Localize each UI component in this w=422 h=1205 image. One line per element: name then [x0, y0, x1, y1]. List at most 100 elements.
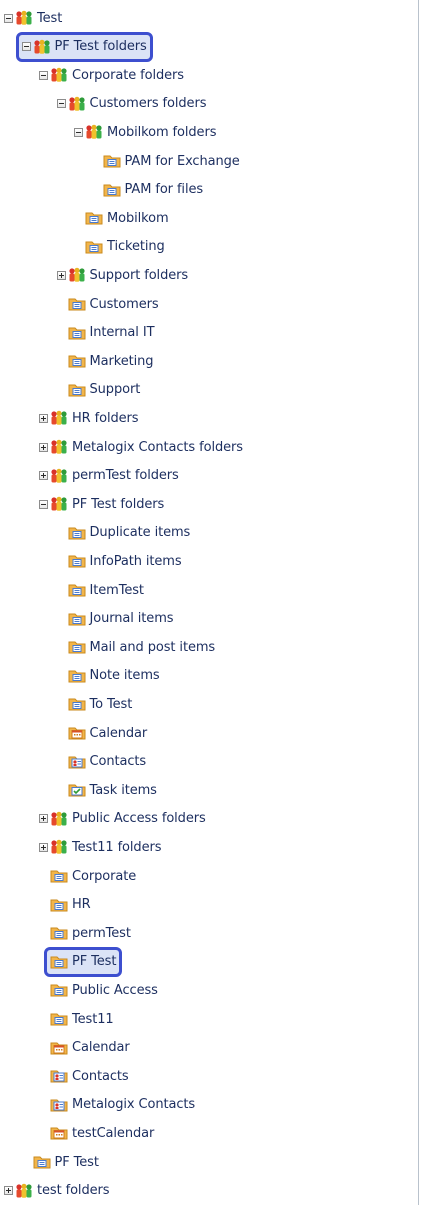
tree-node-label: ItemTest [89, 582, 145, 598]
tree-node-label: Contacts [72, 1068, 129, 1084]
tree-node[interactable]: Calendar [50, 1036, 130, 1060]
tree-node[interactable]: Metalogix Contacts [50, 1093, 195, 1117]
tree-node[interactable]: Mail and post items [68, 635, 216, 659]
expand-icon[interactable] [39, 413, 48, 423]
tree-panel-border [418, 0, 419, 1205]
collapse-icon[interactable] [74, 127, 83, 137]
tree-node[interactable]: PF Test folders [39, 492, 164, 516]
tree-node-label: testCalendar [72, 1125, 155, 1141]
tree-node[interactable]: Marketing [68, 349, 153, 373]
tree-node[interactable]: Support [68, 378, 140, 402]
people-group-icon [50, 839, 68, 855]
tree-node[interactable]: test folders [4, 1179, 110, 1203]
tree-node-label: permTest [72, 925, 131, 941]
tree-node[interactable]: InfoPath items [68, 549, 182, 573]
people-group-icon [68, 96, 86, 112]
tree-node-label: Customers [89, 296, 159, 312]
tree-node-label: Metalogix Contacts [72, 1097, 196, 1113]
tree-node-label: test folders [37, 1183, 110, 1199]
tree-node[interactable]: Calendar [68, 721, 147, 745]
tree-node-label: PF Test folders [72, 496, 165, 512]
expand-icon[interactable] [39, 814, 48, 824]
tree-node[interactable]: Public Access [50, 978, 158, 1002]
calendar-folder-icon [50, 1125, 68, 1141]
public-folder-icon [68, 525, 86, 541]
tree-node[interactable]: permTest [50, 921, 131, 945]
public-folder-icon [50, 868, 68, 884]
tree-node-label: Task items [89, 782, 157, 798]
tree-node[interactable]: Corporate [50, 864, 136, 888]
tree-node[interactable]: HR folders [39, 406, 139, 430]
tree-node[interactable]: PF Test [33, 1150, 99, 1174]
public-folder-icon [68, 382, 86, 398]
collapse-icon[interactable] [4, 13, 13, 23]
tree-node-label: Mobilkom [107, 210, 169, 226]
people-group-icon [33, 39, 51, 55]
tree-node[interactable]: Support folders [56, 263, 188, 287]
expand-icon[interactable] [56, 270, 66, 280]
tree-node-label: InfoPath items [89, 553, 182, 569]
tree-node-label: PF Test [72, 954, 117, 970]
collapse-icon[interactable] [21, 42, 31, 52]
expand-icon[interactable] [39, 471, 48, 481]
tree-node[interactable]: permTest folders [39, 464, 179, 488]
tree-node[interactable]: Test11 folders [39, 835, 161, 859]
tree-node[interactable]: Mobilkom [85, 206, 169, 230]
tree-node[interactable]: Contacts [50, 1064, 129, 1088]
public-folder-icon [103, 182, 121, 198]
tree-node[interactable]: To Test [68, 692, 132, 716]
tree-node-label: Journal items [89, 611, 174, 627]
people-group-icon [50, 496, 68, 512]
tree-node-label: Test11 folders [72, 839, 162, 855]
tree-node[interactable]: Contacts [68, 750, 147, 774]
tree-node[interactable]: testCalendar [50, 1121, 154, 1145]
tree-node[interactable]: PF Test [50, 950, 116, 974]
expand-icon[interactable] [39, 442, 48, 452]
public-folder-icon [68, 296, 86, 312]
expand-icon[interactable] [39, 842, 48, 852]
tree-node[interactable]: HR [50, 893, 91, 917]
tree-node[interactable]: Test [4, 6, 62, 30]
contacts-folder-icon [50, 1097, 68, 1113]
public-folder-icon [50, 897, 68, 913]
tree-node[interactable]: Note items [68, 664, 160, 688]
tree-node-label: permTest folders [72, 468, 179, 484]
public-folder-icon [68, 353, 86, 369]
people-group-icon [15, 10, 33, 26]
tree-node[interactable]: PAM for Exchange [103, 149, 240, 173]
tree-node[interactable]: Customers [68, 292, 159, 316]
tree-node[interactable]: Corporate folders [39, 63, 184, 87]
tree-node[interactable]: Customers folders [56, 92, 207, 116]
collapse-icon[interactable] [56, 99, 66, 109]
tree-node[interactable]: Public Access folders [39, 807, 206, 831]
collapse-icon[interactable] [39, 70, 48, 80]
tree-node-label: Duplicate items [89, 525, 191, 541]
tree-node[interactable]: Mobilkom folders [74, 120, 216, 144]
expand-icon[interactable] [4, 1186, 13, 1196]
people-group-icon [85, 124, 103, 140]
public-folder-icon [50, 1011, 68, 1027]
people-group-icon [50, 67, 68, 83]
people-group-icon [68, 267, 86, 283]
tree-node-label: Mail and post items [89, 639, 216, 655]
public-folder-icon [33, 1154, 51, 1170]
public-folder-icon [68, 325, 86, 341]
tree-node[interactable]: PAM for files [103, 178, 203, 202]
tree-node[interactable]: Ticketing [85, 235, 165, 259]
tree-node-label: Contacts [89, 754, 147, 770]
public-folder-icon [85, 239, 103, 255]
calendar-folder-icon [68, 725, 86, 741]
tree-node[interactable]: ItemTest [68, 578, 144, 602]
tree-node-label: Customers folders [89, 96, 207, 112]
tree-node[interactable]: Internal IT [68, 321, 155, 345]
tree-node[interactable]: Task items [68, 778, 157, 802]
tree-node[interactable]: Duplicate items [68, 521, 191, 545]
tree-node[interactable]: Test11 [50, 1007, 114, 1031]
public-folder-icon [68, 553, 86, 569]
folder-tree: Test PF Test folders Corporate folders Cust… [0, 0, 418, 1205]
tree-node[interactable]: PF Test folders [21, 35, 147, 59]
collapse-icon[interactable] [39, 499, 48, 509]
tree-node[interactable]: Metalogix Contacts folders [39, 435, 243, 459]
tree-node[interactable]: Journal items [68, 607, 174, 631]
contacts-folder-icon [50, 1068, 68, 1084]
